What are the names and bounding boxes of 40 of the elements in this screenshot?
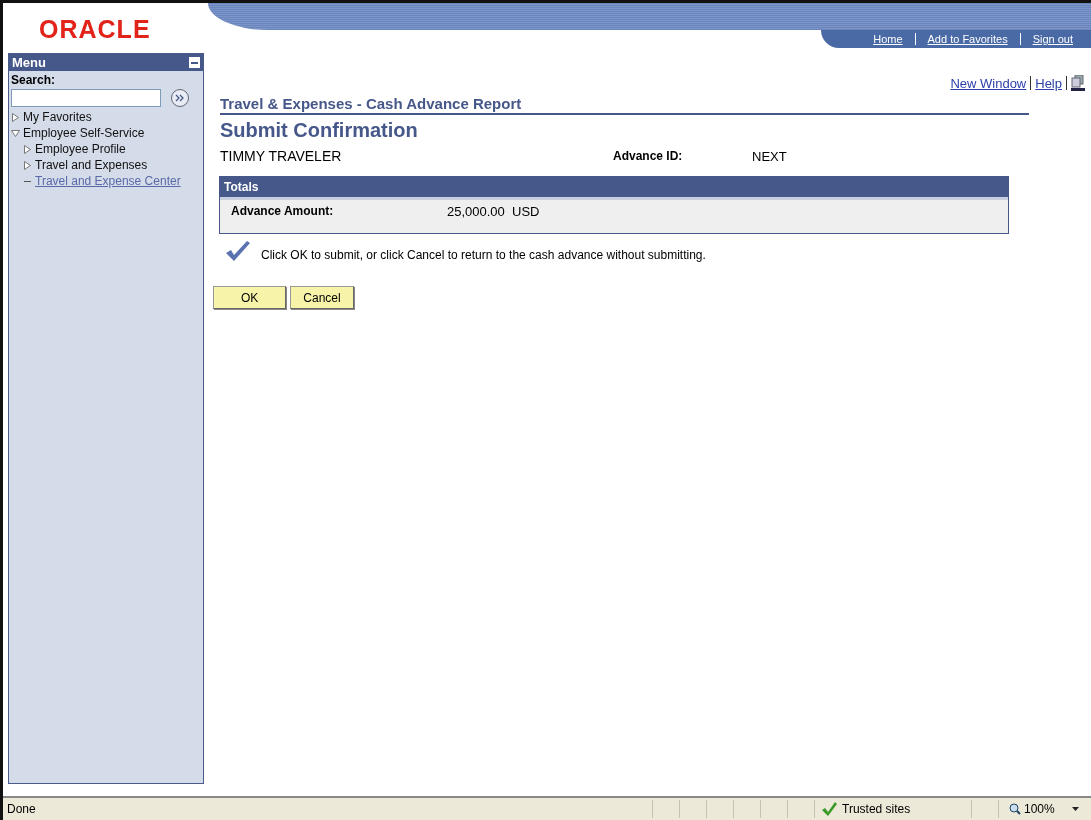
go-button[interactable] xyxy=(171,89,189,107)
action-button[interactable]: Cancel xyxy=(290,286,354,309)
menu-item[interactable]: Travel and Expense Center xyxy=(35,174,181,188)
security-zone: Trusted sites xyxy=(842,802,911,816)
panel-header: Totals xyxy=(220,177,1008,200)
collapsed-triangle-icon[interactable] xyxy=(11,112,20,122)
expanded-triangle-icon[interactable] xyxy=(11,128,20,138)
collapsed-triangle-icon[interactable] xyxy=(23,144,32,154)
dropdown-caret-icon[interactable] xyxy=(1071,807,1079,811)
field-label: Advance Amount: xyxy=(231,204,335,219)
page-link[interactable]: Help xyxy=(1035,75,1062,91)
double-chevron-icon xyxy=(175,94,185,102)
menu-title: Menu xyxy=(12,55,46,70)
zoom-icon[interactable] xyxy=(1009,803,1021,815)
action-button[interactable]: OK xyxy=(213,286,287,309)
page-title: Submit Confirmation xyxy=(220,119,419,142)
amount-value: 25,000.00 USD xyxy=(447,204,540,219)
field-value: NEXT xyxy=(752,148,787,164)
search-label: Search: xyxy=(10,72,57,89)
header-link[interactable]: Add to Favorites xyxy=(915,33,1020,45)
menu-item[interactable]: My Favorites xyxy=(23,110,92,124)
search-field[interactable] xyxy=(11,89,161,107)
confirmation-message: Click OK to submit, or click Cancel to return to the cash advance without submitting. xyxy=(261,248,706,262)
checkmark-icon xyxy=(821,802,837,816)
collapsed-triangle-icon[interactable] xyxy=(23,160,32,170)
page-link[interactable]: New Window xyxy=(950,75,1027,91)
menu-item[interactable]: Travel and Expenses xyxy=(35,158,148,172)
status-text: Done xyxy=(6,802,37,816)
menu-item[interactable]: Employee Self-Service xyxy=(23,126,145,140)
checkmark-icon xyxy=(225,240,251,262)
oracle-logo: ORACLE xyxy=(38,14,152,45)
collapse-icon[interactable] xyxy=(189,57,200,68)
field-label: Advance ID: xyxy=(613,149,684,163)
header-link[interactable]: Home xyxy=(861,33,915,45)
employee-name: TIMMY TRAVELER xyxy=(220,148,343,164)
page-subtitle: Travel & Expenses - Cash Advance Report xyxy=(220,95,1029,115)
header-link[interactable]: Sign out xyxy=(1020,33,1085,45)
zoom-level[interactable]: 100% xyxy=(1024,802,1055,816)
document-stack-icon[interactable] xyxy=(1071,75,1085,91)
menu-item[interactable]: Employee Profile xyxy=(35,142,126,156)
